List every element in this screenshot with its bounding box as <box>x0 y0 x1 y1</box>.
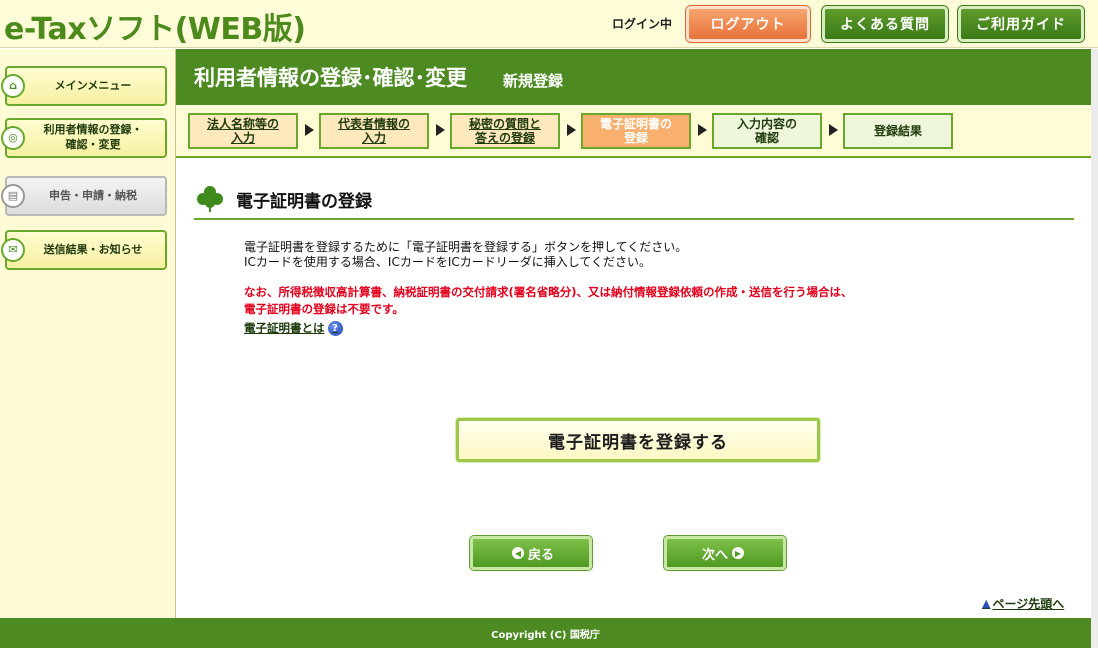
page-top-link[interactable]: ▲ ページ先頭へ <box>982 595 1064 612</box>
step-indicator: 法人名称等の 入力 代表者情報の 入力 秘密の質問と 答えの登録 電子証明書の … <box>176 105 1091 158</box>
sidebar: ⌂ メインメニュー ◎ 利用者情報の登録・ 確認・変更 ▤ 申告・申請・納税 ✉… <box>0 49 176 618</box>
footer: Copyright (C) 国税庁 <box>0 618 1091 648</box>
sidebar-item-label: メインメニュー <box>54 78 132 92</box>
step-label: 代表者情報の 入力 <box>337 116 410 145</box>
faq-button[interactable]: よくある質問 <box>822 6 948 42</box>
next-arrow-icon: ▶ <box>732 547 744 559</box>
app-header: e-Taxソフト(WEB版) ログイン中 ログアウト よくある質問 ご利用ガイド <box>0 0 1098 48</box>
login-status: ログイン中 <box>612 17 673 31</box>
step-representative[interactable]: 代表者情報の 入力 <box>319 113 429 149</box>
sidebar-item-results[interactable]: ✉ 送信結果・お知らせ <box>1 230 167 270</box>
next-button[interactable]: 次へ ▶ <box>664 536 786 570</box>
step-certificate: 電子証明書の 登録 <box>581 113 691 149</box>
step-arrow-icon <box>567 124 576 136</box>
up-arrow-icon: ▲ <box>982 597 991 610</box>
step-result: 登録結果 <box>843 113 953 149</box>
page-top-link-label: ページ先頭へ <box>992 597 1065 611</box>
sidebar-item-label: 利用者情報の登録・ 確認・変更 <box>43 123 143 151</box>
next-button-label: 次へ <box>701 547 728 563</box>
document-icon: ▤ <box>1 184 25 208</box>
guide-button[interactable]: ご利用ガイド <box>958 6 1084 42</box>
sidebar-item-label: 送信結果・お知らせ <box>43 242 143 256</box>
back-button[interactable]: ◀ 戻る <box>470 536 592 570</box>
main-content: 電子証明書の登録 電子証明書を登録するために「電子証明書を登録する」ボタンを押し… <box>176 158 1091 618</box>
step-label: 電子証明書の 登録 <box>599 116 672 145</box>
clover-icon <box>197 186 223 212</box>
register-certificate-button[interactable]: 電子証明書を登録する <box>456 418 820 462</box>
section-header: 電子証明書の登録 <box>194 180 1074 220</box>
note-line: なお、所得税徴収高計算書、納税証明書の交付請求(署名省略分)、又は納付情報登録依… <box>244 285 853 299</box>
step-secret-question[interactable]: 秘密の質問と 答えの登録 <box>450 113 560 149</box>
back-button-label: 戻る <box>527 547 554 563</box>
step-label: 秘密の質問と 答えの登録 <box>468 116 541 145</box>
sidebar-item-label: 申告・申請・納税 <box>49 188 137 202</box>
step-label: 法人名称等の 入力 <box>206 116 279 145</box>
scrollbar[interactable] <box>1091 49 1098 648</box>
sidebar-item-user-info[interactable]: ◎ 利用者情報の登録・ 確認・変更 <box>1 118 167 158</box>
step-arrow-icon <box>436 124 445 136</box>
description-line: ICカードを使用する場合、ICカードをICカードリーダに挿入してください。 <box>244 255 652 269</box>
step-label: 登録結果 <box>873 123 922 138</box>
step-label: 入力内容の 確認 <box>736 116 797 145</box>
description: 電子証明書を登録するために「電子証明書を登録する」ボタンを押してください。 IC… <box>244 240 687 270</box>
page-title-bar: 利用者情報の登録･確認･変更 新規登録 <box>176 49 1091 105</box>
section-title: 電子証明書の登録 <box>236 191 372 212</box>
user-info-icon: ◎ <box>1 126 25 150</box>
app-logo: e-Taxソフト(WEB版) <box>4 12 306 47</box>
page-subtitle: 新規登録 <box>503 71 564 90</box>
page-title: 利用者情報の登録･確認･変更 <box>194 66 467 90</box>
help-icon[interactable]: ? <box>327 320 343 336</box>
about-certificate-link[interactable]: 電子証明書とは ? <box>244 320 343 336</box>
sidebar-item-declaration[interactable]: ▤ 申告・申請・納税 <box>1 176 167 216</box>
step-arrow-icon <box>698 124 707 136</box>
warning-note: なお、所得税徴収高計算書、納税証明書の交付請求(署名省略分)、又は納付情報登録依… <box>244 284 853 318</box>
about-certificate-link-label: 電子証明書とは <box>244 321 325 335</box>
copyright-text: Copyright (C) 国税庁 <box>491 629 600 641</box>
home-icon: ⌂ <box>1 74 25 98</box>
step-arrow-icon <box>305 124 314 136</box>
description-line: 電子証明書を登録するために「電子証明書を登録する」ボタンを押してください。 <box>244 240 688 254</box>
step-arrow-icon <box>829 124 838 136</box>
mail-icon: ✉ <box>1 238 25 262</box>
sidebar-item-main-menu[interactable]: ⌂ メインメニュー <box>1 66 167 106</box>
step-confirm: 入力内容の 確認 <box>712 113 822 149</box>
step-company-name[interactable]: 法人名称等の 入力 <box>188 113 298 149</box>
logout-button[interactable]: ログアウト <box>686 6 810 42</box>
back-arrow-icon: ◀ <box>511 547 524 559</box>
note-line: 電子証明書の登録は不要です。 <box>244 302 404 316</box>
